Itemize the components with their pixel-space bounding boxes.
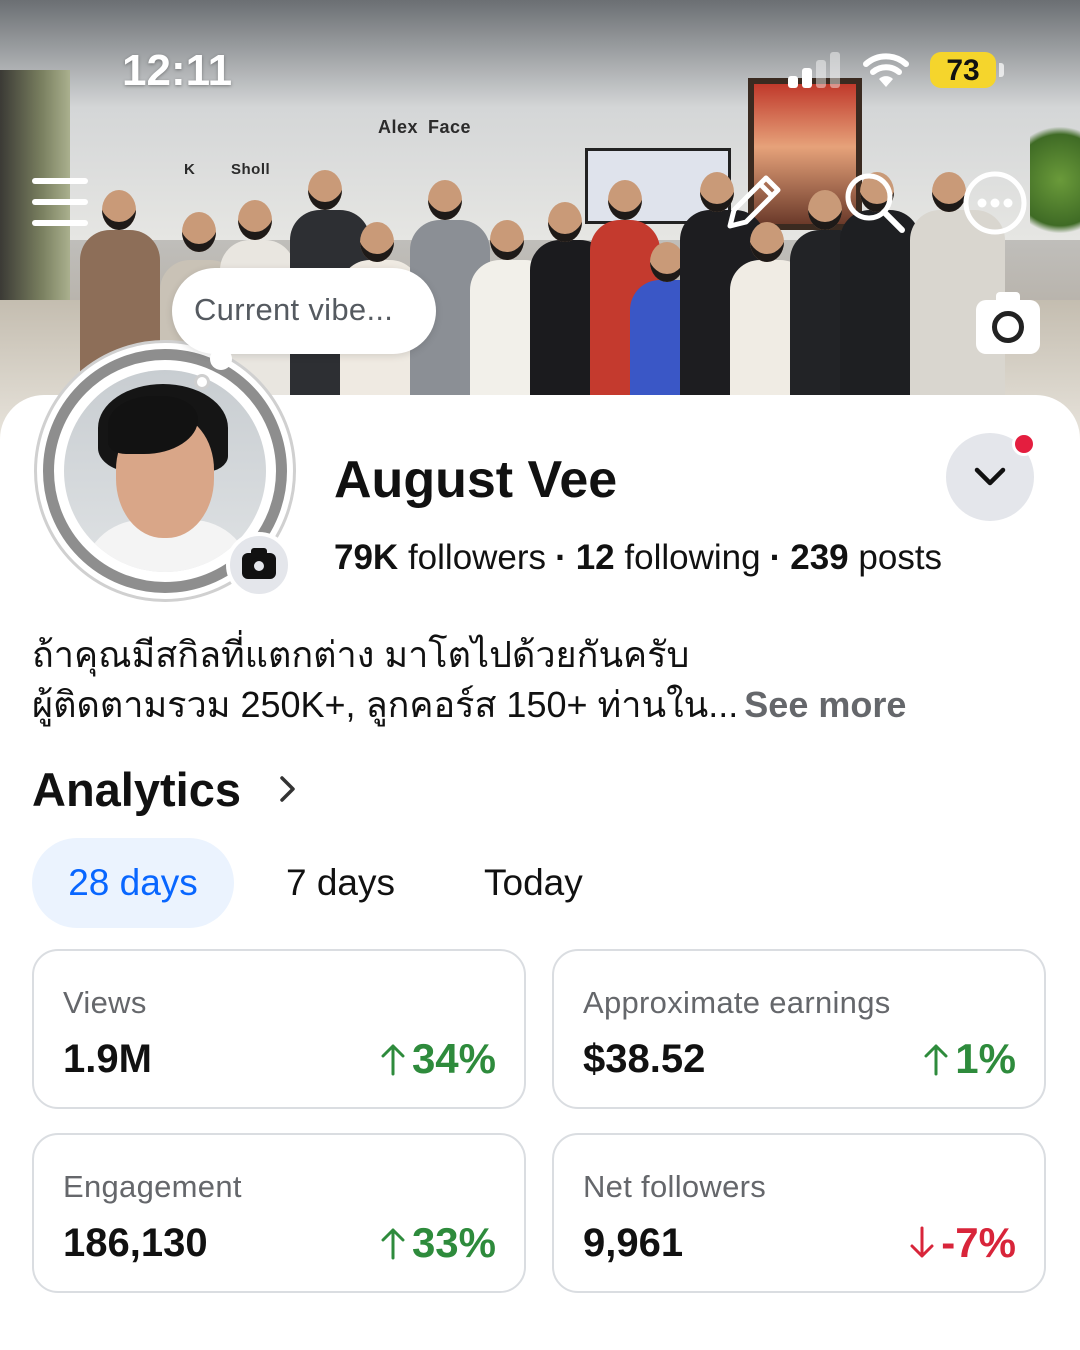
metric-change-value: 33% — [411, 1219, 496, 1266]
analytics-title[interactable]: Analytics — [32, 762, 241, 817]
metric-card-net-followers[interactable]: Net followers 9,961 -7% — [552, 1133, 1046, 1293]
wifi-icon — [862, 50, 910, 90]
metric-value: 186,130 — [63, 1221, 208, 1265]
metric-change-value: 1% — [955, 1035, 1016, 1082]
chevron-right-icon[interactable] — [278, 774, 298, 809]
arrow-down-icon — [910, 1226, 934, 1258]
arrow-up-icon — [381, 1228, 405, 1260]
metric-change: 34% — [380, 1035, 496, 1083]
menu-icon[interactable] — [30, 174, 90, 235]
metric-card-earnings[interactable]: Approximate earnings $38.52 1% — [552, 949, 1046, 1109]
following-count[interactable]: 12 — [576, 538, 615, 577]
metric-change: 33% — [380, 1219, 496, 1267]
metric-value: 9,961 — [583, 1221, 684, 1265]
see-more-link[interactable]: See more — [744, 684, 906, 725]
bio-line-2: ผู้ติดตามรวม 250K+, ลูกคอร์ส 150+ ท่านใน… — [32, 684, 739, 725]
followers-label[interactable]: followers — [408, 538, 546, 577]
followers-count[interactable]: 79K — [334, 538, 398, 577]
following-label[interactable]: following — [624, 538, 760, 577]
cellular-signal-icon — [788, 52, 844, 88]
tab-today[interactable]: Today — [484, 838, 583, 928]
pencil-icon[interactable] — [722, 172, 784, 239]
metric-change: -7% — [909, 1219, 1016, 1267]
profile-bio: ถ้าคุณมีสกิลที่แตกต่าง มาโตไปด้วยกันครับ… — [32, 630, 1052, 730]
metric-change-value: 34% — [411, 1035, 496, 1082]
metric-label: Approximate earnings — [583, 985, 891, 1020]
posts-count[interactable]: 239 — [790, 538, 848, 577]
profile-stats: 79K followers · 12 following · 239 posts — [334, 538, 942, 578]
profile-name: August Vee — [334, 451, 618, 509]
bio-line-1: ถ้าคุณมีสกิลที่แตกต่าง มาโตไปด้วยกันครับ — [32, 634, 690, 675]
metric-card-engagement[interactable]: Engagement 186,130 33% — [32, 1133, 526, 1293]
tab-28-days[interactable]: 28 days — [32, 838, 234, 928]
vibe-connector-dot — [194, 374, 210, 390]
arrow-up-icon — [381, 1044, 405, 1076]
posts-label[interactable]: posts — [858, 538, 942, 577]
battery-indicator: 73 — [930, 52, 996, 88]
chevron-down-icon — [974, 467, 1006, 486]
arrow-up-icon — [924, 1044, 948, 1076]
stats-separator: · — [555, 538, 567, 577]
metric-value: 1.9M — [63, 1037, 152, 1081]
more-icon[interactable] — [962, 170, 1028, 241]
avatar-camera-icon[interactable] — [226, 532, 292, 598]
metric-value: $38.52 — [583, 1037, 706, 1081]
metric-card-views[interactable]: Views 1.9M 34% — [32, 949, 526, 1109]
stats-separator: · — [769, 538, 782, 577]
current-vibe-bubble[interactable]: Current vibe... — [172, 268, 436, 354]
metric-label: Net followers — [583, 1169, 767, 1204]
search-icon[interactable] — [842, 170, 908, 241]
metric-change: 1% — [923, 1035, 1016, 1083]
edit-cover-camera-icon[interactable] — [976, 292, 1040, 354]
wall-text-alex: Alex — [378, 117, 419, 137]
notification-dot — [1012, 432, 1036, 456]
tab-7-days[interactable]: 7 days — [286, 838, 395, 928]
cover-plant — [1030, 110, 1080, 250]
metric-change-value: -7% — [941, 1219, 1016, 1266]
metric-label: Engagement — [63, 1169, 242, 1204]
battery-tip — [999, 63, 1004, 77]
wall-text-face: Face — [428, 117, 472, 137]
vibe-bubble-tail — [210, 348, 232, 370]
current-vibe-placeholder: Current vibe... — [194, 292, 394, 327]
status-time: 12:11 — [122, 46, 233, 95]
metric-label: Views — [63, 985, 147, 1020]
